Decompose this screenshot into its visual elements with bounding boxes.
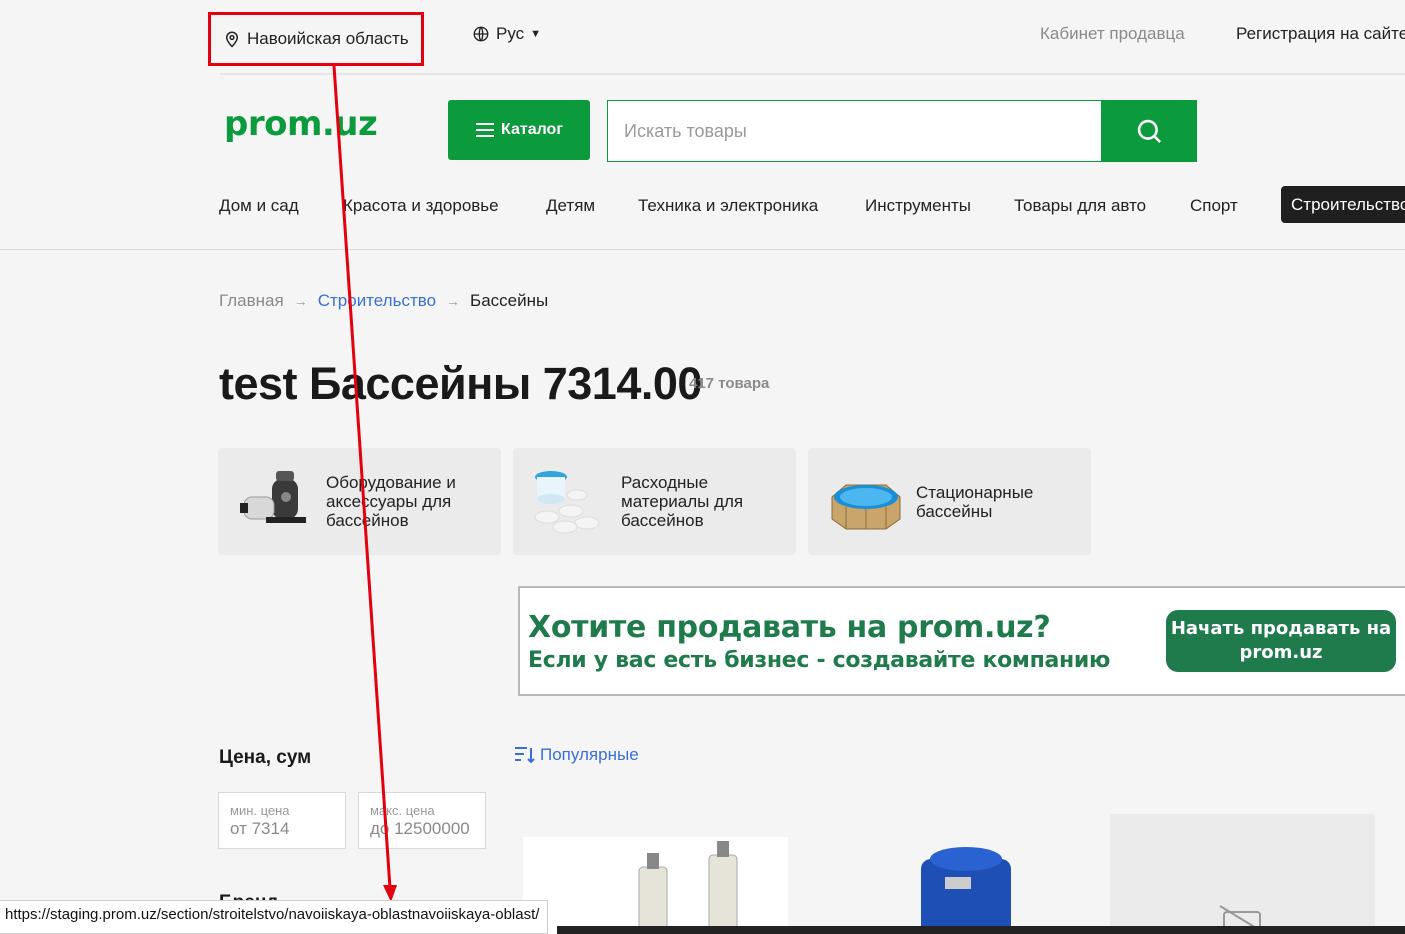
catalog-label: Каталог bbox=[501, 121, 563, 138]
bottom-edge bbox=[557, 926, 1405, 934]
breadcrumb: Главная → Строительство → Бассейны bbox=[219, 291, 548, 311]
product-card[interactable] bbox=[523, 837, 788, 934]
header-divider bbox=[0, 249, 1405, 250]
max-price-field[interactable]: макс. цена до 12500000 bbox=[358, 792, 486, 849]
category-kids[interactable]: Детям bbox=[546, 196, 595, 216]
subcategory-label: Стационарные бассейны bbox=[916, 482, 1034, 521]
location-pin-icon bbox=[225, 31, 239, 48]
category-home-garden[interactable]: Дом и сад bbox=[219, 196, 299, 216]
region-label: Навоийская область bbox=[247, 29, 409, 48]
search-bar bbox=[607, 100, 1197, 162]
product-card[interactable] bbox=[865, 837, 1065, 934]
region-selector[interactable]: Навоийская область bbox=[208, 12, 424, 66]
topbar: Навоийская область Рус ▼ Кабинет продавц… bbox=[0, 0, 1405, 72]
language-selector[interactable]: Рус ▼ bbox=[472, 24, 541, 44]
category-electronics[interactable]: Техника и электроника bbox=[638, 196, 818, 216]
status-bar-url: https://staging.prom.uz/section/stroitel… bbox=[0, 900, 549, 934]
banner-subline: Если у вас есть бизнес - создавайте комп… bbox=[528, 648, 1111, 673]
search-input[interactable] bbox=[608, 101, 1101, 161]
min-price-value: от 7314 bbox=[230, 819, 290, 838]
min-price-placeholder: мин. цена bbox=[230, 803, 290, 818]
hamburger-icon bbox=[476, 123, 494, 137]
breadcrumb-home[interactable]: Главная bbox=[219, 291, 284, 311]
arrow-right-icon: → bbox=[446, 293, 461, 309]
min-price-field[interactable]: мин. цена от 7314 bbox=[218, 792, 346, 849]
search-button[interactable] bbox=[1101, 101, 1196, 161]
category-construction[interactable]: Строительство bbox=[1281, 186, 1405, 223]
divider bbox=[220, 73, 1405, 75]
subcategory-label: Оборудование и аксессуары для бассейнов bbox=[326, 473, 456, 530]
subcategory-label: Расходные материалы для бассейнов bbox=[621, 473, 744, 530]
site-logo[interactable]: prom.uz bbox=[224, 104, 378, 144]
filter-cartridge-image bbox=[638, 841, 738, 934]
max-price-value: до 12500000 bbox=[370, 819, 470, 838]
subcategory-card-consumables[interactable]: Расходные материалы для бассейнов bbox=[513, 448, 796, 555]
product-card-placeholder[interactable] bbox=[1110, 814, 1375, 934]
chevron-down-icon: ▼ bbox=[530, 28, 542, 40]
category-auto[interactable]: Товары для авто bbox=[1014, 196, 1146, 216]
subcategory-card-stationary[interactable]: Стационарные бассейны bbox=[808, 448, 1091, 555]
pool-pump-icon bbox=[236, 467, 316, 537]
start-selling-button[interactable]: Начать продавать на prom.uz bbox=[1166, 610, 1396, 672]
breadcrumb-current: Бассейны bbox=[470, 291, 549, 310]
search-icon bbox=[1137, 119, 1161, 143]
category-beauty-health[interactable]: Красота и здоровье bbox=[343, 196, 499, 216]
seller-promo-banner[interactable]: Хотите продавать на prom.uz? Если у вас … bbox=[518, 586, 1405, 696]
subcategory-card-equipment[interactable]: Оборудование и аксессуары для бассейнов bbox=[218, 448, 501, 555]
language-label: Рус bbox=[496, 24, 525, 43]
category-sport[interactable]: Спорт bbox=[1190, 196, 1238, 216]
seller-cabinet-link[interactable]: Кабинет продавца bbox=[1040, 24, 1185, 44]
sort-selector[interactable]: Популярные bbox=[514, 745, 639, 765]
banner-headline: Хотите продавать на prom.uz? bbox=[528, 610, 1051, 645]
register-link[interactable]: Регистрация на сайте bbox=[1236, 24, 1405, 44]
electric-motor-image bbox=[921, 847, 1011, 934]
max-price-placeholder: макс. цена bbox=[370, 803, 435, 818]
breadcrumb-construction[interactable]: Строительство bbox=[318, 291, 436, 311]
product-count: 417 товара bbox=[689, 375, 770, 392]
category-tools[interactable]: Инструменты bbox=[865, 196, 971, 216]
arrow-right-icon: → bbox=[293, 293, 308, 309]
wooden-pool-icon bbox=[826, 467, 906, 537]
chlorine-tablets-icon bbox=[531, 467, 611, 537]
catalog-button[interactable]: Каталог bbox=[448, 100, 590, 160]
page-title: test Бассейны 7314.00 bbox=[219, 358, 702, 409]
no-image-icon bbox=[1219, 905, 1267, 934]
sort-label: Популярные bbox=[540, 745, 639, 764]
globe-icon bbox=[473, 26, 489, 42]
category-nav: Дом и сад Красота и здоровье Детям Техни… bbox=[0, 186, 1405, 226]
price-filter-heading: Цена, сум bbox=[219, 747, 312, 768]
sort-icon bbox=[515, 747, 535, 764]
